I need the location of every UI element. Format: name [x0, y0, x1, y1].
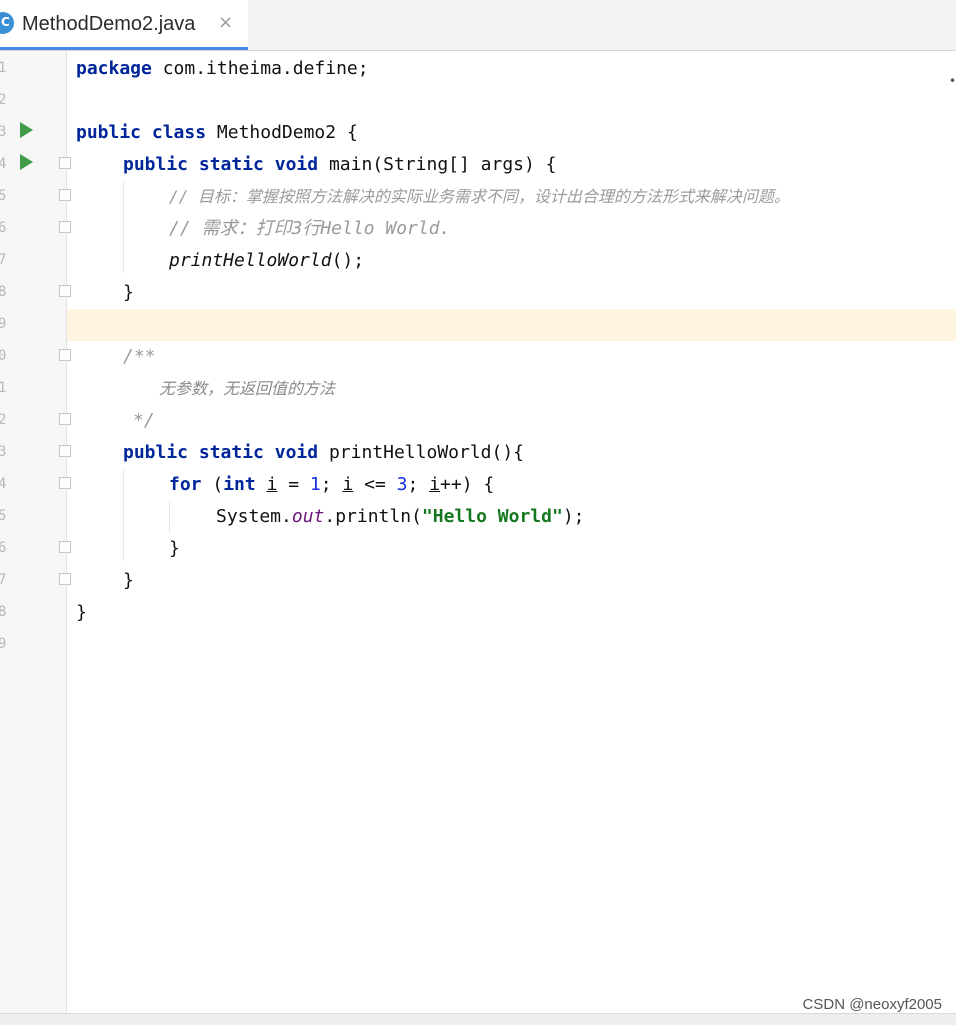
code-line-16: }: [169, 538, 180, 559]
line-number: 9: [0, 636, 7, 652]
run-main-icon[interactable]: [20, 154, 33, 170]
line-number: 6: [0, 220, 7, 236]
code-line-8: }: [123, 282, 134, 303]
line-number: 4: [0, 156, 7, 172]
run-class-icon[interactable]: [20, 122, 33, 138]
code-line-1: package com.itheima.define;: [76, 58, 369, 79]
code-line-12: */: [133, 410, 155, 431]
tab-methoddemo2[interactable]: MethodDemo2.java ×: [0, 0, 248, 50]
code-line-6: // 需求：打印3行Hello World.: [169, 218, 451, 239]
line-number: 9: [0, 316, 7, 332]
line-number: 3: [0, 124, 7, 140]
tab-filename: MethodDemo2.java: [22, 13, 196, 35]
code-editor[interactable]: package com.itheima.define; public class…: [67, 51, 956, 1013]
code-line-7: printHelloWorld();: [169, 250, 365, 271]
code-line-3: public class MethodDemo2 {: [76, 122, 358, 143]
code-line-13: public static void printHelloWorld(){: [123, 442, 525, 463]
status-bar: [0, 1013, 956, 1025]
line-number: 4: [0, 476, 7, 492]
line-number: 1: [0, 60, 7, 76]
editor-tab-bar: MethodDemo2.java ×: [0, 0, 956, 51]
line-number: 7: [0, 252, 7, 268]
line-number: 8: [0, 604, 7, 620]
code-line-11: 无参数，无返回值的方法: [159, 379, 336, 398]
line-number: 5: [0, 508, 7, 524]
line-number: 7: [0, 572, 7, 588]
code-line-4: public static void main(String[] args) {: [123, 154, 557, 175]
current-line-highlight: [67, 309, 956, 341]
code-line-15: System.out.println("Hello World");: [216, 506, 585, 527]
watermark: CSDN @neoxyf2005: [802, 996, 942, 1013]
indent-guide: [123, 181, 124, 273]
line-number: 2: [0, 92, 7, 108]
line-number: 5: [0, 188, 7, 204]
line-number: 1: [0, 380, 7, 396]
line-number: 8: [0, 284, 7, 300]
close-icon[interactable]: ×: [218, 12, 233, 33]
indent-guide: [169, 501, 170, 533]
code-line-17: }: [123, 570, 134, 591]
inspection-indicator: •: [949, 74, 956, 88]
line-number: 0: [0, 348, 7, 364]
line-number: 2: [0, 412, 7, 428]
code-line-10: /**: [123, 346, 156, 367]
editor-gutter[interactable]: 1 2 3 4 5 6 7 8 9 0 1 2 3 4 5 6 7 8 9: [0, 51, 71, 1013]
java-class-icon: [0, 12, 14, 34]
code-line-14: for (int i = 1; i <= 3; i++) {: [169, 474, 495, 495]
indent-guide: [123, 469, 124, 561]
line-number: 3: [0, 444, 7, 460]
code-line-5: // 目标：掌握按照方法解决的实际业务需求不同，设计出合理的方法形式来解决问题。: [169, 187, 790, 206]
code-line-18: }: [76, 602, 87, 623]
line-number: 6: [0, 540, 7, 556]
